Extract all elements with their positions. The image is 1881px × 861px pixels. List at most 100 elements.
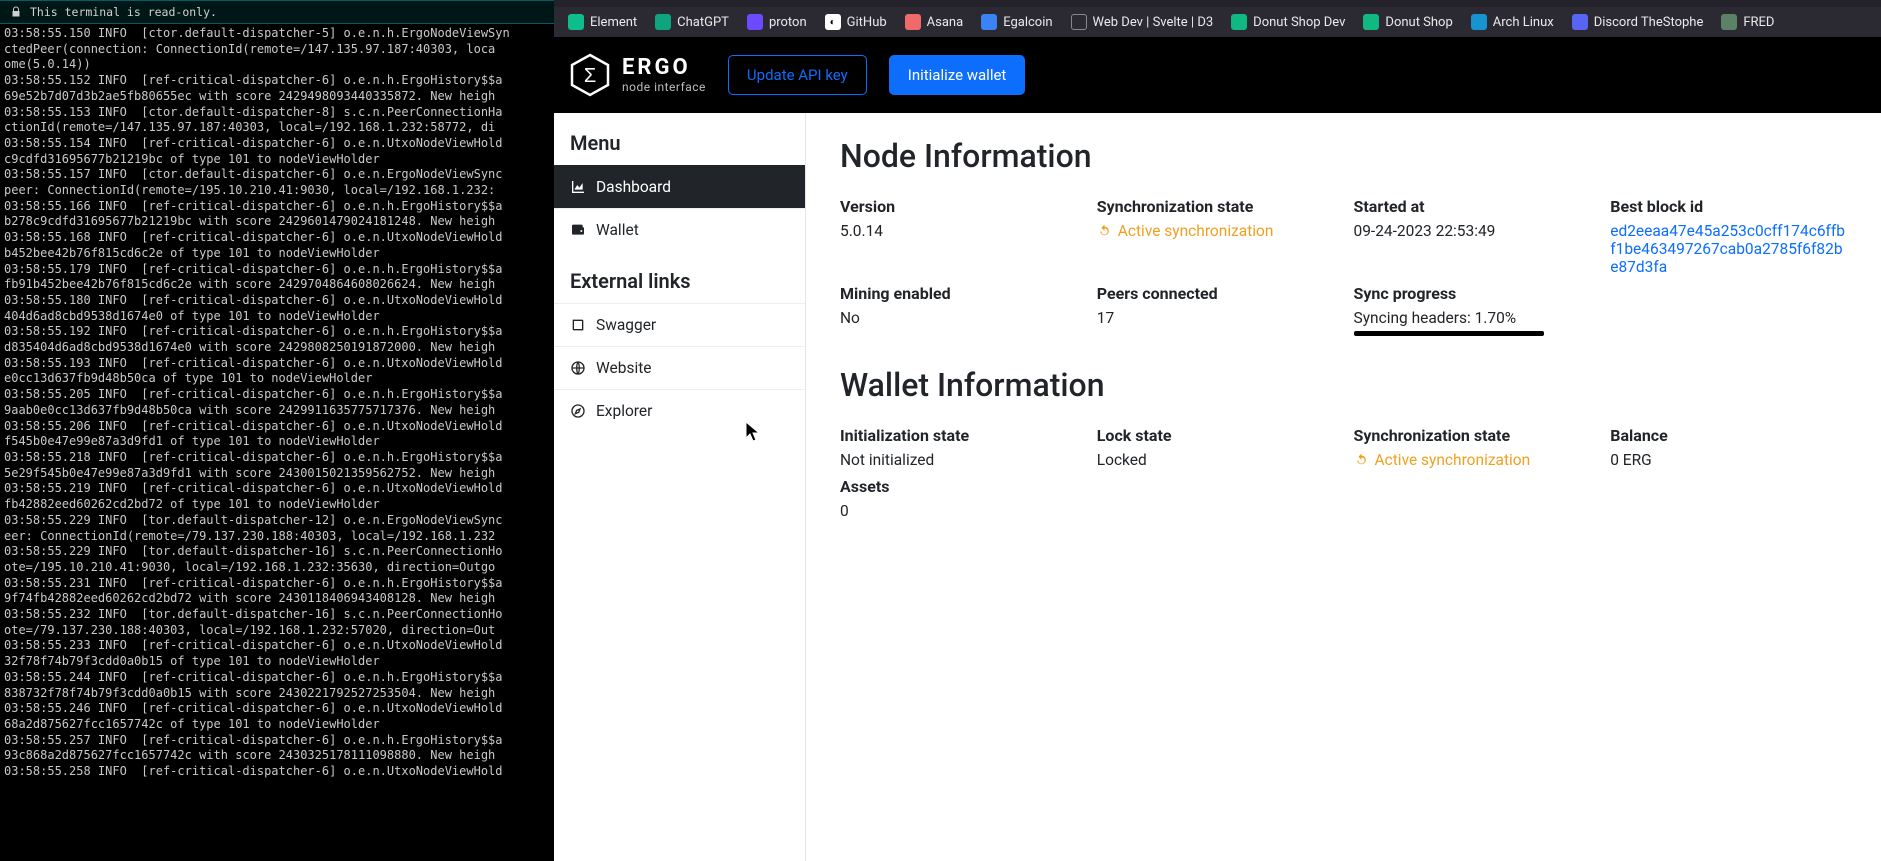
book-icon [570,317,586,333]
bookmark-egalcoin[interactable]: Egalcoin [973,11,1060,33]
sidebar-item-label: Dashboard [596,178,671,196]
favicon-icon [655,14,671,30]
update-api-key-button[interactable]: Update API key [728,55,867,95]
bookmark-asana[interactable]: Asana [897,11,972,33]
logo-title: ERGO [622,57,706,79]
initialize-wallet-button[interactable]: Initialize wallet [889,55,1026,95]
value-assets: 0 [840,502,1077,520]
value-sync-progress: Syncing headers: 1.70% [1354,309,1591,336]
bookmark-element[interactable]: Element [560,11,645,33]
terminal-title: This terminal is read-only. [30,5,217,19]
browser-pane: Element ChatGPT proton ◐GitHub Asana Egalcoin… [554,0,1881,861]
sidebar-item-label: Swagger [596,316,656,334]
wallet-icon [570,222,586,238]
sidebar-item-label: Explorer [596,402,652,420]
bookmark-label: Donut Shop Dev [1253,15,1345,30]
label-sync-state: Synchronization state [1097,197,1334,216]
sidebar-item-label: Wallet [596,221,639,239]
value-started-at: 09-24-2023 22:53:49 [1354,222,1591,240]
sync-progress-bar [1354,331,1544,336]
favicon-icon [1721,14,1737,30]
bookmark-donut-shop-dev[interactable]: Donut Shop Dev [1223,11,1353,33]
compass-icon [570,403,586,419]
page-content: Σ ERGO node interface Update API key Ini… [554,37,1881,861]
globe-icon [570,360,586,376]
bookmark-label: Web Dev | Svelte | D3 [1093,15,1214,30]
bookmark-label: Element [590,15,637,30]
value-init-state: Not initialized [840,451,1077,469]
label-best-block-id: Best block id [1610,197,1847,216]
browser-tabstrip [554,0,1881,7]
bookmark-label: Egalcoin [1003,15,1052,30]
sidebar-item-swagger[interactable]: Swagger [554,303,805,346]
sidebar-item-label: Website [596,359,652,377]
svg-text:Σ: Σ [584,65,596,87]
value-wallet-sync-state: Active synchronization [1354,451,1591,469]
label-mining-enabled: Mining enabled [840,284,1077,303]
lock-icon [10,6,22,18]
bookmark-label: FRED [1743,15,1774,30]
bookmark-label: Asana [927,15,964,30]
sidebar-item-website[interactable]: Website [554,346,805,389]
app-header: Σ ERGO node interface Update API key Ini… [554,37,1881,113]
label-lock-state: Lock state [1097,426,1334,445]
sidebar-item-explorer[interactable]: Explorer [554,389,805,432]
terminal-pane: This terminal is read-only. 03:58:55.150… [0,0,554,861]
app-logo: Σ ERGO node interface [568,53,706,97]
bookmark-chatgpt[interactable]: ChatGPT [647,11,737,33]
favicon-icon [1572,14,1588,30]
label-assets: Assets [840,477,1077,496]
sidebar-menu-heading: Menu [554,131,805,165]
logo-subtitle: node interface [622,81,706,93]
bookmark-donut-shop[interactable]: Donut Shop [1355,11,1460,33]
favicon-icon [1471,14,1487,30]
value-version: 5.0.14 [840,222,1077,240]
terminal-titlebar: This terminal is read-only. [0,0,554,24]
label-sync-progress: Sync progress [1354,284,1591,303]
value-balance: 0 ERG [1610,451,1847,469]
sidebar: Menu Dashboard Wallet External links Swa… [554,113,806,861]
value-best-block-id[interactable]: ed2eeaa47e45a253c0cff174c6ffbf1be4634972… [1610,222,1847,276]
favicon-icon [1231,14,1247,30]
chart-line-icon [570,179,586,195]
bookmark-github[interactable]: ◐GitHub [817,11,895,33]
bookmark-label: ChatGPT [677,15,729,30]
label-init-state: Initialization state [840,426,1077,445]
favicon-icon [747,14,763,30]
main-content: Node Information Version 5.0.14 Synchron… [806,113,1881,861]
favicon-icon [1363,14,1379,30]
sidebar-external-heading: External links [554,269,805,303]
wallet-info-heading: Wallet Information [840,366,1847,404]
ergo-logo-icon: Σ [568,53,612,97]
sync-icon [1354,453,1369,468]
label-wallet-sync-state: Synchronization state [1354,426,1591,445]
bookmark-label: Arch Linux [1493,15,1554,30]
bookmark-label: Discord TheStophe [1594,15,1704,30]
label-peers-connected: Peers connected [1097,284,1334,303]
value-peers-connected: 17 [1097,309,1334,327]
value-sync-state: Active synchronization [1097,222,1334,240]
bookmark-label: Donut Shop [1385,15,1452,30]
bookmark-label: proton [769,15,807,30]
sync-icon [1097,224,1112,239]
node-info-heading: Node Information [840,137,1847,175]
value-lock-state: Locked [1097,451,1334,469]
value-mining-enabled: No [840,309,1077,327]
bookmark-fred[interactable]: FRED [1713,11,1782,33]
sidebar-item-wallet[interactable]: Wallet [554,208,805,251]
label-balance: Balance [1610,426,1847,445]
bookmark-bar: Element ChatGPT proton ◐GitHub Asana Egalcoin… [554,7,1881,37]
bookmark-web-dev-svelte-d3[interactable]: Web Dev | Svelte | D3 [1063,11,1222,33]
terminal-output: 03:58:55.150 INFO [ctor.default-dispatch… [0,24,554,782]
sidebar-item-dashboard[interactable]: Dashboard [554,165,805,208]
bookmark-discord-thestophe[interactable]: Discord TheStophe [1564,11,1712,33]
favicon-icon [981,14,997,30]
bookmark-proton[interactable]: proton [739,11,815,33]
favicon-icon [568,14,584,30]
label-started-at: Started at [1354,197,1591,216]
bookmark-arch-linux[interactable]: Arch Linux [1463,11,1562,33]
favicon-icon [905,14,921,30]
favicon-icon [1071,14,1087,30]
bookmark-label: GitHub [847,15,887,30]
label-version: Version [840,197,1077,216]
